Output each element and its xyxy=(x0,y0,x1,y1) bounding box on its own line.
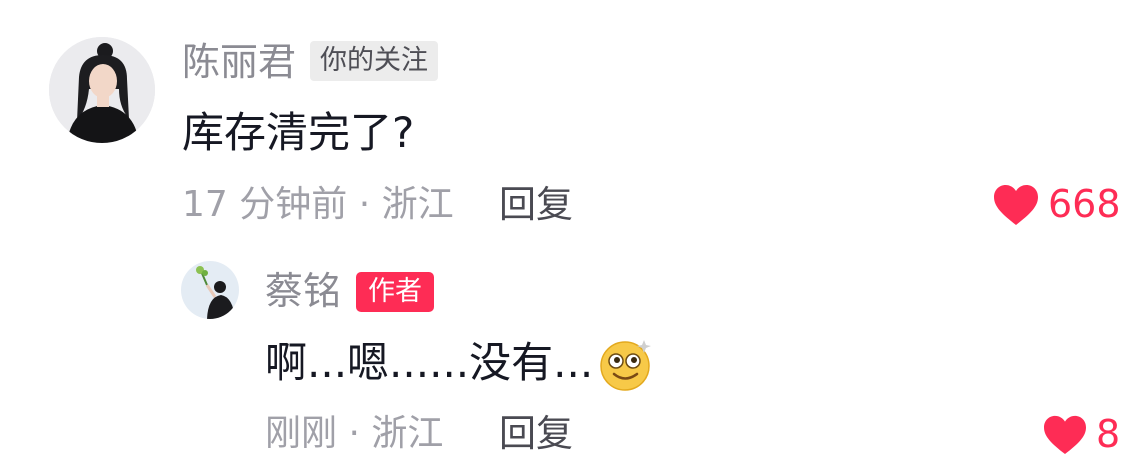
heart-icon xyxy=(994,185,1038,225)
heart-icon xyxy=(1044,415,1086,455)
like-button[interactable]: 8 xyxy=(1042,412,1120,456)
comment-text: 库存清完了? xyxy=(182,108,415,157)
reply-button[interactable]: 回复 xyxy=(499,412,573,456)
reply-button[interactable]: 回复 xyxy=(499,183,573,227)
dizzy-smile-emoji-icon xyxy=(600,340,652,391)
like-count: 668 xyxy=(1048,182,1121,226)
comment-author-name[interactable]: 陈丽君 xyxy=(182,40,296,84)
like-count: 8 xyxy=(1096,412,1121,456)
reply-text-row: 啊...嗯......没有... xyxy=(265,334,655,392)
like-button[interactable]: 668 xyxy=(992,182,1121,226)
avatar[interactable] xyxy=(49,37,155,143)
reply-meta: 刚刚 · 浙江 xyxy=(265,413,444,454)
comment-meta: 17 分钟前 · 浙江 xyxy=(182,184,454,225)
following-badge: 你的关注 xyxy=(310,41,438,81)
reply-author-name[interactable]: 蔡铭 xyxy=(265,269,341,313)
avatar[interactable] xyxy=(181,261,239,319)
reply-text: 啊...嗯......没有... xyxy=(265,338,594,387)
author-badge: 作者 xyxy=(356,272,434,312)
